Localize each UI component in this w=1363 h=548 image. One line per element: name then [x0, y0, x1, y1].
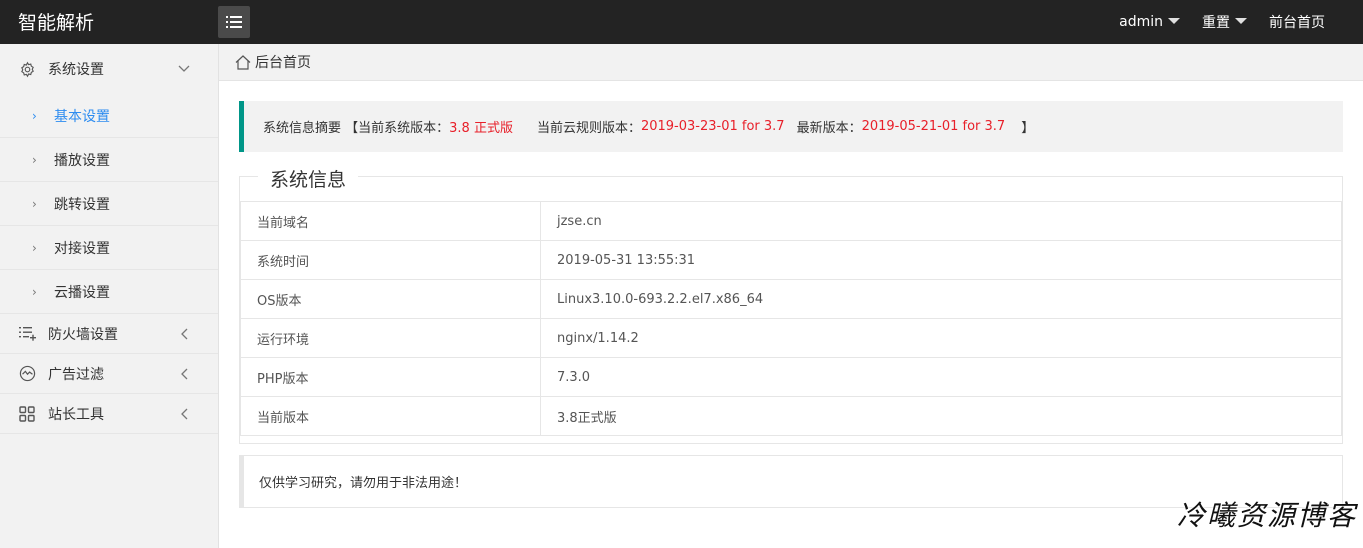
- cloud-rule-version-value: 2019-03-23-01 for 3.7: [640, 119, 785, 134]
- sidebar-item-label: 播放设置: [54, 152, 110, 169]
- menu-toggle-button[interactable]: [218, 6, 250, 38]
- info-key: 运行环境: [240, 318, 541, 358]
- menu-icon: [226, 16, 242, 28]
- sidebar: 系统设置 › 基本设置 › 播放设置 › 跳转设置 › 对接设置 › 云播设置 …: [0, 44, 219, 548]
- info-value: Linux3.10.0-693.2.2.el7.x86_64: [540, 279, 1342, 319]
- sidebar-group-system-settings[interactable]: 系统设置: [0, 44, 218, 94]
- info-key: 系统时间: [240, 240, 541, 280]
- cloud-rule-label: 当前云规则版本：: [536, 121, 641, 136]
- sidebar-item-cloud-play-settings[interactable]: › 云播设置: [0, 270, 218, 314]
- system-info-title: 系统信息: [258, 165, 359, 192]
- top-header: 智能解析 admin 重置 前台首页: [0, 0, 1363, 44]
- info-value: 2019-05-31 13:55:31: [540, 240, 1342, 280]
- sidebar-group-label: 广告过滤: [48, 366, 104, 383]
- table-row: 当前域名 jzse.cn: [240, 201, 1342, 241]
- home-icon: [235, 54, 251, 70]
- sidebar-item-redirect-settings[interactable]: › 跳转设置: [0, 182, 218, 226]
- sidebar-group-label: 系统设置: [48, 62, 104, 78]
- system-info-table: 当前域名 jzse.cn 系统时间 2019-05-31 13:55:31 OS…: [240, 201, 1342, 436]
- main-content: 后台首页 系统信息摘要 【当前系统版本： 3.8 正式版 当前云规则版本： 20…: [219, 44, 1363, 548]
- info-key: 当前版本: [240, 396, 541, 436]
- info-value: 7.3.0: [540, 357, 1342, 397]
- sidebar-item-label: 基本设置: [54, 108, 110, 125]
- info-key: PHP版本: [240, 357, 541, 397]
- system-version-value: 3.8 正式版: [449, 121, 513, 136]
- sidebar-item-play-settings[interactable]: › 播放设置: [0, 138, 218, 182]
- grid-icon: [18, 405, 36, 423]
- chevron-right-icon: ›: [32, 152, 37, 167]
- header-nav: admin 重置 前台首页: [1097, 0, 1325, 44]
- info-key: OS版本: [240, 279, 541, 319]
- sidebar-group-ad-filter[interactable]: 广告过滤: [0, 354, 218, 394]
- caret-down-icon: [1235, 18, 1247, 24]
- sidebar-group-firewall[interactable]: 防火墙设置: [0, 314, 218, 354]
- reset-menu-label: 重置: [1202, 15, 1230, 31]
- reset-menu[interactable]: 重置: [1202, 12, 1247, 32]
- system-info-panel: 系统信息 当前域名 jzse.cn 系统时间 2019-05-31 13:55:…: [239, 165, 1343, 444]
- user-menu-label: admin: [1119, 14, 1163, 30]
- latest-version-label: 最新版本：: [796, 121, 862, 136]
- table-row: OS版本 Linux3.10.0-693.2.2.el7.x86_64: [240, 279, 1342, 319]
- system-summary-notice: 系统信息摘要 【当前系统版本： 3.8 正式版 当前云规则版本： 2019-03…: [239, 101, 1343, 152]
- info-key: 当前域名: [240, 201, 541, 241]
- sidebar-item-integration-settings[interactable]: › 对接设置: [0, 226, 218, 270]
- info-value: 3.8正式版: [540, 396, 1342, 436]
- table-row: 运行环境 nginx/1.14.2: [240, 318, 1342, 358]
- chevron-left-icon: [178, 368, 190, 380]
- sidebar-group-webmaster-tools[interactable]: 站长工具: [0, 394, 218, 434]
- chevron-down-icon: [178, 63, 190, 75]
- user-menu[interactable]: admin: [1119, 14, 1180, 30]
- breadcrumb: 后台首页: [219, 44, 1363, 81]
- list-add-icon: [18, 325, 36, 343]
- chevron-right-icon: ›: [32, 196, 37, 211]
- chevron-left-icon: [178, 408, 190, 420]
- sidebar-item-label: 云播设置: [54, 284, 110, 301]
- gear-icon: [18, 60, 36, 78]
- sidebar-item-label: 对接设置: [54, 240, 110, 257]
- latest-version-value: 2019-05-21-01 for 3.7: [861, 119, 1006, 134]
- caret-down-icon: [1168, 18, 1180, 24]
- sidebar-group-label: 站长工具: [48, 406, 104, 423]
- info-value: nginx/1.14.2: [540, 318, 1342, 358]
- chart-circle-icon: [18, 365, 36, 383]
- frontend-home-link[interactable]: 前台首页: [1269, 12, 1325, 32]
- frontend-home-label: 前台首页: [1269, 15, 1325, 31]
- sidebar-item-label: 跳转设置: [54, 196, 110, 213]
- breadcrumb-home-link[interactable]: 后台首页: [255, 52, 311, 72]
- watermark-text: 冷曦资源博客: [1176, 499, 1357, 532]
- chevron-right-icon: ›: [32, 284, 37, 299]
- app-logo[interactable]: 智能解析: [18, 8, 94, 35]
- info-value: jzse.cn: [540, 201, 1342, 241]
- notice-prefix: 系统信息摘要 【当前系统版本：: [263, 121, 450, 136]
- chevron-right-icon: ›: [32, 240, 37, 255]
- sidebar-item-basic-settings[interactable]: › 基本设置: [0, 94, 218, 138]
- sidebar-group-label: 防火墙设置: [48, 326, 118, 343]
- notice-suffix: 】: [1021, 121, 1035, 136]
- chevron-left-icon: [178, 328, 190, 340]
- table-row: 系统时间 2019-05-31 13:55:31: [240, 240, 1342, 280]
- table-row: PHP版本 7.3.0: [240, 357, 1342, 397]
- table-row: 当前版本 3.8正式版: [240, 396, 1342, 436]
- chevron-right-icon: ›: [32, 108, 37, 123]
